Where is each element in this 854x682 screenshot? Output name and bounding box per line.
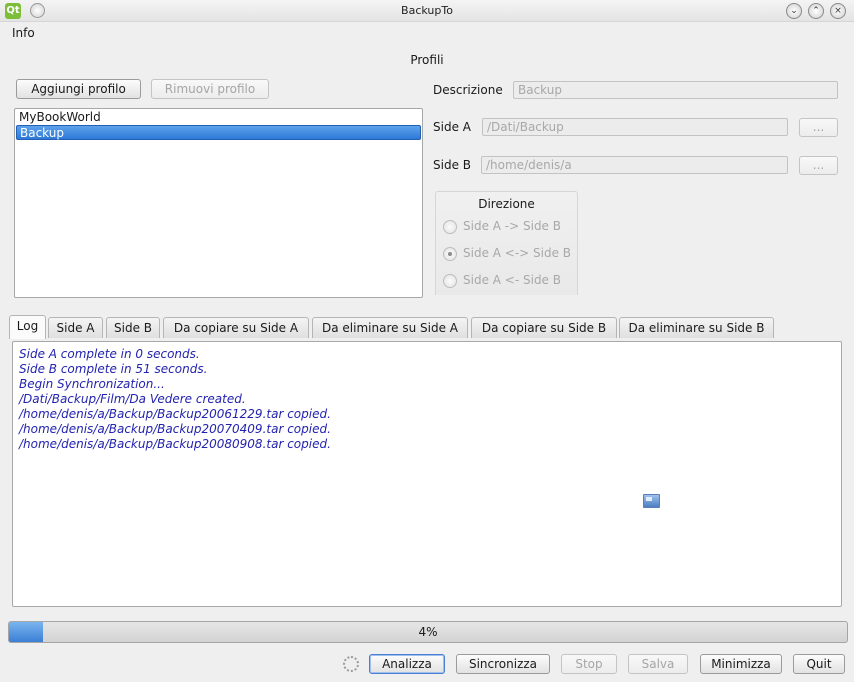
progress-bar: 4% xyxy=(8,621,848,643)
side-a-label: Side A xyxy=(433,120,471,134)
log-output[interactable]: Side A complete in 0 seconds. Side B com… xyxy=(12,341,842,607)
profile-list-item[interactable]: MyBookWorld xyxy=(16,110,421,125)
close-icon[interactable]: × xyxy=(830,3,846,19)
direction-title: Direzione xyxy=(478,197,535,211)
analyze-button[interactable]: Analizza xyxy=(369,654,445,674)
busy-spinner-icon xyxy=(343,656,359,672)
sync-button[interactable]: Sincronizza xyxy=(456,654,550,674)
add-profile-button[interactable]: Aggiungi profilo xyxy=(16,79,141,99)
log-line: /home/denis/a/Backup/Backup20061229.tar … xyxy=(19,407,331,421)
tab-delete-side-a[interactable]: Da eliminare su Side A xyxy=(312,317,468,338)
log-line: Begin Synchronization... xyxy=(19,377,165,391)
quit-button[interactable]: Quit xyxy=(793,654,845,674)
direction-option-bidirectional[interactable]: Side A <-> Side B xyxy=(443,246,571,264)
title-bar: Qt BackupTo ⌄ ⌃ × xyxy=(0,0,854,22)
maximize-icon[interactable]: ⌃ xyxy=(808,3,824,19)
direction-option-b-to-a[interactable]: Side A <- Side B xyxy=(443,273,561,291)
menu-bar: Info xyxy=(0,23,854,43)
tab-copy-side-b[interactable]: Da copiare su Side B xyxy=(471,317,617,338)
log-line: Side B complete in 51 seconds. xyxy=(19,362,208,376)
tab-side-b[interactable]: Side B xyxy=(106,317,160,338)
side-b-path-field[interactable] xyxy=(481,156,788,174)
window-icon xyxy=(643,494,660,508)
description-label: Descrizione xyxy=(433,83,503,97)
radio-icon[interactable] xyxy=(443,273,457,288)
radio-checked-icon[interactable] xyxy=(443,246,457,261)
log-line: /home/denis/a/Backup/Backup20070409.tar … xyxy=(19,422,331,436)
direction-option-label: Side A -> Side B xyxy=(463,219,561,233)
minimize-button[interactable]: Minimizza xyxy=(700,654,782,674)
tab-side-a[interactable]: Side A xyxy=(48,317,103,338)
remove-profile-button[interactable]: Rimuovi profilo xyxy=(151,79,269,99)
profiles-section-title: Profili xyxy=(410,53,444,67)
window-title: BackupTo xyxy=(401,4,453,17)
log-line: /home/denis/a/Backup/Backup20080908.tar … xyxy=(19,437,331,451)
direction-option-a-to-b[interactable]: Side A -> Side B xyxy=(443,219,561,237)
log-line: Side A complete in 0 seconds. xyxy=(19,347,200,361)
profile-list-item-selected[interactable]: Backup xyxy=(16,125,421,140)
side-a-browse-button[interactable]: ... xyxy=(799,118,838,137)
tab-log[interactable]: Log xyxy=(9,315,46,339)
menu-info[interactable]: Info xyxy=(12,26,35,40)
direction-option-label: Side A <- Side B xyxy=(463,273,561,287)
side-a-path-field[interactable] xyxy=(482,118,788,136)
save-button[interactable]: Salva xyxy=(628,654,688,674)
radio-icon[interactable] xyxy=(443,219,457,234)
progress-label: 4% xyxy=(418,625,438,639)
log-line: /Dati/Backup/Film/Da Vedere created. xyxy=(19,392,246,406)
minimize-icon[interactable]: ⌄ xyxy=(786,3,802,19)
tab-copy-side-a[interactable]: Da copiare su Side A xyxy=(163,317,309,338)
side-b-label: Side B xyxy=(433,158,471,172)
profile-list[interactable]: MyBookWorld Backup xyxy=(14,108,423,298)
stop-button[interactable]: Stop xyxy=(561,654,617,674)
side-b-browse-button[interactable]: ... xyxy=(799,156,838,175)
direction-option-label: Side A <-> Side B xyxy=(463,246,572,260)
description-field[interactable] xyxy=(513,81,838,99)
tab-delete-side-b[interactable]: Da eliminare su Side B xyxy=(619,317,774,338)
direction-groupbox: Direzione Side A -> Side B Side A <-> Si… xyxy=(435,191,578,295)
